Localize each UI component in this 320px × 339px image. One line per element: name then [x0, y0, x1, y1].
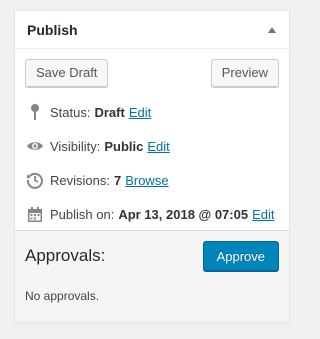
publish-box-header[interactable]: Publish: [15, 11, 289, 49]
minor-publishing-actions: Save Draft Preview: [15, 49, 289, 87]
save-draft-button[interactable]: Save Draft: [25, 59, 109, 87]
pin-icon: [25, 103, 45, 121]
revisions-browse-link[interactable]: Browse: [125, 173, 168, 188]
collapse-arrow-icon[interactable]: [268, 26, 276, 33]
approvals-title: Approvals:: [25, 246, 106, 265]
status-row: Status: Draft Edit: [25, 95, 279, 129]
status-edit-link[interactable]: Edit: [129, 105, 151, 120]
visibility-label: Visibility:: [50, 138, 101, 154]
status-label: Status:: [50, 104, 91, 120]
publish-on-value: Apr 13, 2018 @ 07:05: [118, 206, 249, 222]
approvals-panel: Approvals: Approve No approvals.: [15, 230, 289, 322]
visibility-row: Visibility: Public Edit: [25, 129, 279, 163]
publish-date-row: Publish on: Apr 13, 2018 @ 07:05 Edit: [25, 197, 279, 231]
visibility-edit-link[interactable]: Edit: [147, 139, 169, 154]
approvals-empty-text: No approvals.: [25, 289, 100, 303]
publish-on-label: Publish on:: [50, 206, 115, 222]
preview-button[interactable]: Preview: [210, 59, 279, 87]
status-value: Draft: [94, 104, 125, 120]
revisions-label: Revisions:: [50, 172, 110, 188]
publish-box-title: Publish: [27, 21, 78, 38]
eye-icon: [25, 140, 45, 152]
approvals-header: Approvals: Approve: [25, 241, 279, 271]
calendar-icon: [25, 206, 45, 223]
publish-box: Publish Save Draft Preview Status: Draft…: [14, 10, 290, 323]
history-icon: [25, 171, 45, 189]
revisions-row: Revisions: 7 Browse: [25, 163, 279, 197]
approve-button[interactable]: Approve: [202, 241, 279, 271]
revisions-count: 7: [113, 172, 122, 188]
visibility-value: Public: [104, 138, 144, 154]
misc-publishing-actions: Status: Draft Edit Visibility: Public Ed…: [15, 87, 289, 231]
publish-on-edit-link[interactable]: Edit: [252, 207, 274, 222]
